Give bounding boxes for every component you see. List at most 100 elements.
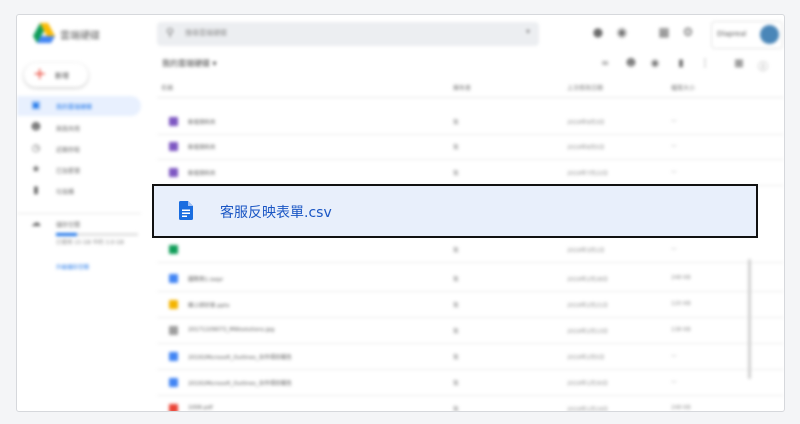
column-header-modified[interactable]: 上次修改日期 <box>567 83 603 92</box>
trash-icon: ▮ <box>33 185 39 196</box>
file-size: — <box>671 169 677 175</box>
file-size: — <box>671 118 677 124</box>
sidebar-item-recent[interactable]: ◷ 近期存取 <box>17 139 141 159</box>
doc-icon <box>169 352 178 361</box>
file-size: 138 KB <box>671 327 691 333</box>
settings-icon[interactable]: ⚙ <box>681 25 695 39</box>
file-owner: 我 <box>453 248 459 254</box>
file-name: 線上研討會.pptx <box>188 303 230 309</box>
link-icon[interactable]: ∞ <box>599 58 611 69</box>
pdf-icon <box>169 404 178 411</box>
file-size: — <box>671 353 677 359</box>
share-icon[interactable]: ☻ <box>625 58 637 69</box>
table-row[interactable]: 20191Microsoft_Outlines_合作項目報告 我 2019年1月30… <box>157 370 784 396</box>
doc-icon <box>169 378 178 387</box>
sidebar-item-trash[interactable]: ▮ 垃圾桶 <box>17 181 141 201</box>
search-input[interactable]: 搜尋雲端硬碟 <box>185 28 227 38</box>
file-owner: 我 <box>453 120 459 126</box>
sidebar-item-label: 垃圾桶 <box>56 189 75 196</box>
sidebar-item-starred[interactable]: ★ 已加星號 <box>17 160 141 180</box>
file-owner: 我 <box>453 145 459 151</box>
file-modified: 2019年8月5日 <box>567 145 605 151</box>
column-header-size[interactable]: 檔案大小 <box>671 83 695 92</box>
table-row[interactable]: 國際貨1.isepr 我 2019年2月28日 248 KB <box>157 266 784 292</box>
account-name: Dlapreal <box>717 30 747 38</box>
apps-icon[interactable]: ▦ <box>657 25 671 39</box>
file-size: 248 KB <box>671 275 691 281</box>
clock-icon: ◷ <box>31 143 41 154</box>
breadcrumb-label: 我的雲端硬碟 <box>162 59 210 68</box>
column-header-owner[interactable]: 擁有者 <box>453 83 471 92</box>
file-name: 新增資料夾 <box>188 171 216 177</box>
file-size: 248 KB <box>671 405 691 411</box>
grid-view-icon[interactable]: ▦ <box>733 58 745 69</box>
file-modified: 2019年9月3日 <box>567 120 605 126</box>
folder-icon <box>169 142 178 151</box>
document-icon <box>179 201 193 220</box>
file-owner: 我 <box>453 303 459 309</box>
new-button-label: 新增 <box>55 72 69 80</box>
sidebar-item-my-drive[interactable]: ▣ 我的雲端硬碟 <box>17 96 141 116</box>
table-row[interactable]: 20191Microsoft_Outlines_合作項目報告 我 2019年2月5日… <box>157 344 784 370</box>
file-size: — <box>671 143 677 149</box>
table-row[interactable]: 線上研討會.pptx 我 2019年2月21日 120 KB <box>157 292 784 318</box>
new-button[interactable]: + 新增 <box>24 63 88 87</box>
search-icon[interactable]: ⚲ <box>166 26 174 39</box>
file-name: 20191Microsoft_Outlines_合作項目報告 <box>188 355 292 361</box>
doc-icon <box>169 274 178 283</box>
highlighted-file-name[interactable]: 客服反映表單.csv <box>220 202 332 222</box>
file-modified: 2019年2月5日 <box>567 355 605 361</box>
highlighted-file-row[interactable]: 客服反映表單.csv <box>152 184 758 238</box>
file-modified: 2019年2月13日 <box>567 329 608 335</box>
file-size: 120 KB <box>671 301 691 307</box>
header-divider <box>157 97 784 98</box>
sidebar-item-label: 與我共用 <box>56 126 81 133</box>
scrollbar[interactable] <box>748 259 751 379</box>
table-row[interactable]: 新增資料夾 我 2019年8月5日 — <box>157 134 784 160</box>
file-owner: 我 <box>453 277 459 283</box>
table-row[interactable]: 新增資料夾 我 2019年9月3日 — <box>157 109 784 135</box>
breadcrumb[interactable]: 我的雲端硬碟 ▾ <box>162 58 217 69</box>
table-row[interactable]: 1006.pdf 我 2019年1月19日 248 KB <box>157 396 784 412</box>
avatar[interactable] <box>760 25 779 44</box>
file-name: 20171109073_MWsolutions.jpg <box>188 327 275 333</box>
file-modified: 2019年1月19日 <box>567 407 608 412</box>
file-owner: 我 <box>453 407 459 412</box>
delete-icon[interactable]: ▮ <box>675 58 687 69</box>
sheet-icon <box>169 245 178 254</box>
column-header-name[interactable]: 名稱 <box>161 83 173 92</box>
file-size: — <box>671 379 677 385</box>
search-bar[interactable]: ⚲ 搜尋雲端硬碟 ▾ <box>157 22 539 46</box>
file-owner: 我 <box>453 171 459 177</box>
cloud-icon: ☁ <box>31 218 41 229</box>
slides-icon <box>169 300 178 309</box>
file-modified: 2019年7月22日 <box>567 171 608 177</box>
search-options-icon[interactable]: ▾ <box>526 27 530 36</box>
table-row[interactable]: 20171109073_MWsolutions.jpg 我 2019年2月13日 13… <box>157 318 784 344</box>
file-modified: 2019年1月30日 <box>567 381 608 387</box>
file-name: 新增資料夾 <box>188 145 216 151</box>
sidebar-item-storage[interactable]: ☁ 儲存空間 <box>17 214 141 234</box>
more-icon[interactable]: ⋮ <box>699 58 711 69</box>
sidebar-item-shared[interactable]: ☻ 與我共用 <box>17 118 141 138</box>
drive-logo-icon[interactable] <box>33 23 55 43</box>
preview-icon[interactable]: ◉ <box>649 58 661 69</box>
account-switcher[interactable]: Dlapreal <box>711 21 783 49</box>
drive-icon: ▣ <box>31 100 41 111</box>
offline-icon[interactable]: ● <box>591 25 605 39</box>
info-icon[interactable]: ⓘ <box>757 58 769 73</box>
help-icon[interactable]: ◉ <box>615 25 629 39</box>
table-row[interactable]: 我 2019年3月1日 — <box>157 237 784 263</box>
file-name: 20191Microsoft_Outlines_合作項目報告 <box>188 381 292 387</box>
file-owner: 我 <box>453 355 459 361</box>
table-row[interactable]: 新增資料夾 我 2019年7月22日 — <box>157 160 784 186</box>
folder-icon <box>169 168 178 177</box>
storage-meter <box>56 233 138 236</box>
sidebar-item-label: 近期存取 <box>56 147 81 154</box>
upgrade-storage-link[interactable]: 升級儲存空間 <box>56 263 89 271</box>
sidebar-item-label: 已加星號 <box>56 168 81 175</box>
sidebar-item-label: 我的雲端硬碟 <box>56 104 93 111</box>
star-icon: ★ <box>31 164 41 175</box>
app-title: 雲端硬碟 <box>60 31 100 42</box>
file-name: 新增資料夾 <box>188 120 216 126</box>
